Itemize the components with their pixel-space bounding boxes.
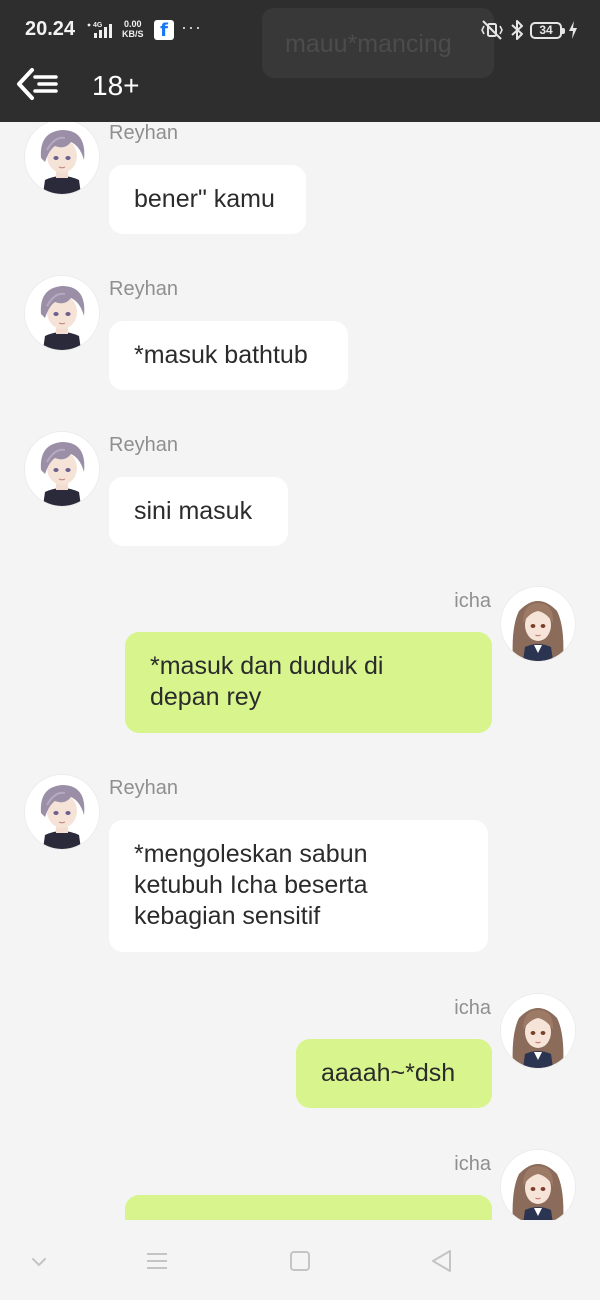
message-line: depan rey bbox=[150, 683, 262, 711]
sender-name: icha bbox=[454, 590, 491, 612]
avatar[interactable] bbox=[25, 432, 99, 506]
message-line: *mengoleskan sabun bbox=[134, 840, 368, 868]
message-bubble[interactable]: *mengoleskan sabun ketubuh Icha beserta … bbox=[109, 820, 488, 952]
charging-icon bbox=[569, 21, 577, 39]
bluetooth-icon bbox=[511, 20, 523, 40]
avatar[interactable] bbox=[501, 587, 575, 661]
speed-unit: KB/S bbox=[122, 29, 144, 39]
top-bar: mauu*mancing 20.24 4G 0.00 KB/S f ··· 34… bbox=[0, 0, 600, 122]
speed-value: 0.00 bbox=[123, 19, 142, 29]
message-item: Reyhan bener" kamu bbox=[0, 122, 600, 242]
message-list[interactable]: Reyhan bener" kamu Reyhan *masuk bathtub… bbox=[0, 122, 600, 1220]
back-menu-icon[interactable] bbox=[14, 65, 62, 103]
message-bubble[interactable]: aaaah~*dsh bbox=[296, 1039, 492, 1108]
avatar[interactable] bbox=[25, 122, 99, 194]
chevron-down-icon[interactable] bbox=[22, 1244, 56, 1278]
status-time: 20.24 bbox=[25, 18, 76, 40]
message-item: icha *masuk dan duduk di depan rey bbox=[0, 587, 600, 737]
message-item: Reyhan sini masuk bbox=[0, 432, 600, 552]
icha-avatar-icon bbox=[501, 994, 575, 1068]
notification-preview-text: mauu*mancing bbox=[285, 30, 452, 58]
network-speed: 0.00 KB/S bbox=[122, 19, 144, 39]
back-triangle-icon[interactable] bbox=[425, 1244, 459, 1278]
sender-name: Reyhan bbox=[109, 122, 178, 144]
message-line: *masuk bathtub bbox=[134, 341, 308, 369]
avatar[interactable] bbox=[25, 775, 99, 849]
sender-name: icha bbox=[454, 1153, 491, 1175]
status-bar: mauu*mancing 20.24 4G 0.00 KB/S f ··· 34 bbox=[0, 0, 600, 78]
icha-avatar-icon bbox=[501, 587, 575, 661]
menu-icon[interactable] bbox=[140, 1244, 174, 1278]
message-bubble[interactable]: *masuk bathtub bbox=[109, 321, 348, 390]
chat-title: 18+ bbox=[92, 70, 140, 101]
message-line: kebagian sensitif bbox=[134, 902, 321, 930]
message-line: sini masuk bbox=[134, 497, 253, 525]
avatar[interactable] bbox=[25, 276, 99, 350]
chat-screen: mauu*mancing 20.24 4G 0.00 KB/S f ··· 34… bbox=[0, 0, 600, 1300]
message-line: *masuk dan duduk di bbox=[150, 652, 384, 680]
message-bubble[interactable] bbox=[125, 1195, 492, 1220]
sender-name: Reyhan bbox=[109, 777, 178, 799]
message-bubble[interactable]: *masuk dan duduk di depan rey bbox=[125, 632, 492, 733]
message-item: icha aaaah~*dsh bbox=[0, 994, 600, 1114]
system-navigation-bar bbox=[0, 1220, 600, 1300]
avatar[interactable] bbox=[501, 1150, 575, 1220]
network-type-label: 4G bbox=[93, 22, 103, 29]
reyhan-avatar-icon bbox=[25, 432, 99, 506]
more-notifications-icon: ··· bbox=[181, 17, 202, 37]
message-line: ketubuh Icha beserta bbox=[134, 871, 368, 899]
message-line: aaaah~*dsh bbox=[321, 1059, 456, 1087]
message-item: Reyhan *masuk bathtub bbox=[0, 276, 600, 396]
sender-name: icha bbox=[454, 997, 491, 1019]
home-square-icon[interactable] bbox=[283, 1244, 317, 1278]
reyhan-avatar-icon bbox=[25, 276, 99, 350]
message-bubble[interactable]: sini masuk bbox=[109, 477, 288, 546]
message-item: icha bbox=[0, 1150, 600, 1220]
message-item: Reyhan *mengoleskan sabun ketubuh Icha b… bbox=[0, 775, 600, 955]
avatar[interactable] bbox=[501, 994, 575, 1068]
signal-icon: 4G bbox=[87, 22, 112, 38]
battery-icon: 34 bbox=[530, 21, 565, 39]
facebook-icon: f bbox=[154, 20, 174, 41]
message-line: bener" kamu bbox=[134, 185, 275, 213]
mute-vibrate-icon bbox=[481, 20, 503, 40]
sender-name: Reyhan bbox=[109, 434, 178, 456]
icha-avatar-icon bbox=[501, 1150, 575, 1220]
sender-name: Reyhan bbox=[109, 278, 178, 300]
reyhan-avatar-icon bbox=[25, 775, 99, 849]
message-bubble[interactable]: bener" kamu bbox=[109, 165, 306, 234]
reyhan-avatar-icon bbox=[25, 122, 99, 194]
status-right-icons: 34 bbox=[480, 18, 578, 42]
